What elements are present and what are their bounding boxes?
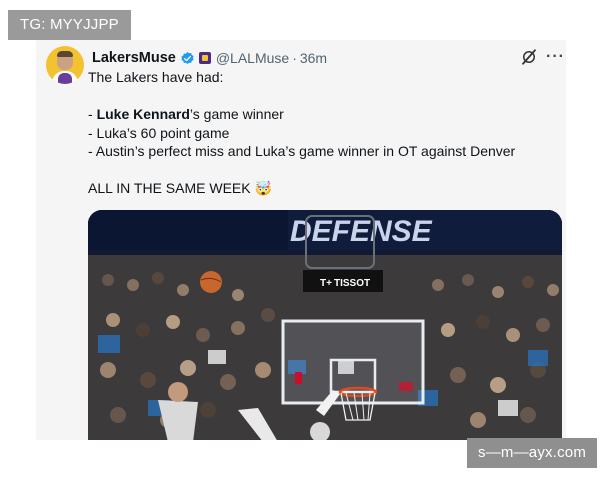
tweet-header: LakersMuse @LALMuse · 36m [92,48,327,68]
tweet-text: The Lakers have had: - Luke Kennard’s ga… [88,68,558,198]
defense-banner: DEFENSE [290,215,433,248]
tweet-card[interactable]: LakersMuse @LALMuse · 36m ··· The Lakers… [36,40,566,440]
verified-badge-icon [181,51,194,64]
timestamp[interactable]: 36m [300,50,327,66]
watermark-bottom: s—m—ayx.com [467,438,598,468]
tweet-line-3: - Luka’s 60 point game [88,124,230,141]
grok-icon[interactable] [520,48,538,66]
watermark-top: TG: MYYJJPP [8,10,131,40]
bold-name: Luke Kennard [96,106,190,122]
handle[interactable]: @LALMuse [216,50,289,66]
arena-photo: DEFENSE T+ TISSOT [88,210,562,440]
sponsor-logo: TISSOT [334,278,370,289]
more-options-icon[interactable]: ··· [546,47,564,67]
tweet-line-5: ALL IN THE SAME WEEK 🤯 [88,180,272,196]
tweet-media-image[interactable]: DEFENSE T+ TISSOT [88,210,562,440]
sponsor-mark: T+ [320,278,332,289]
tweet-line-2: - Luke Kennard’s game winner [88,106,284,122]
separator-dot: · [292,50,297,66]
display-name[interactable]: LakersMuse [92,50,176,66]
avatar[interactable] [46,46,84,84]
tweet-line-1: The Lakers have had: [88,69,224,85]
affiliate-badge-icon[interactable] [198,52,211,64]
basketball [200,271,222,293]
tweet-line-4: - Austin’s perfect miss and Luka’s game … [88,143,516,159]
